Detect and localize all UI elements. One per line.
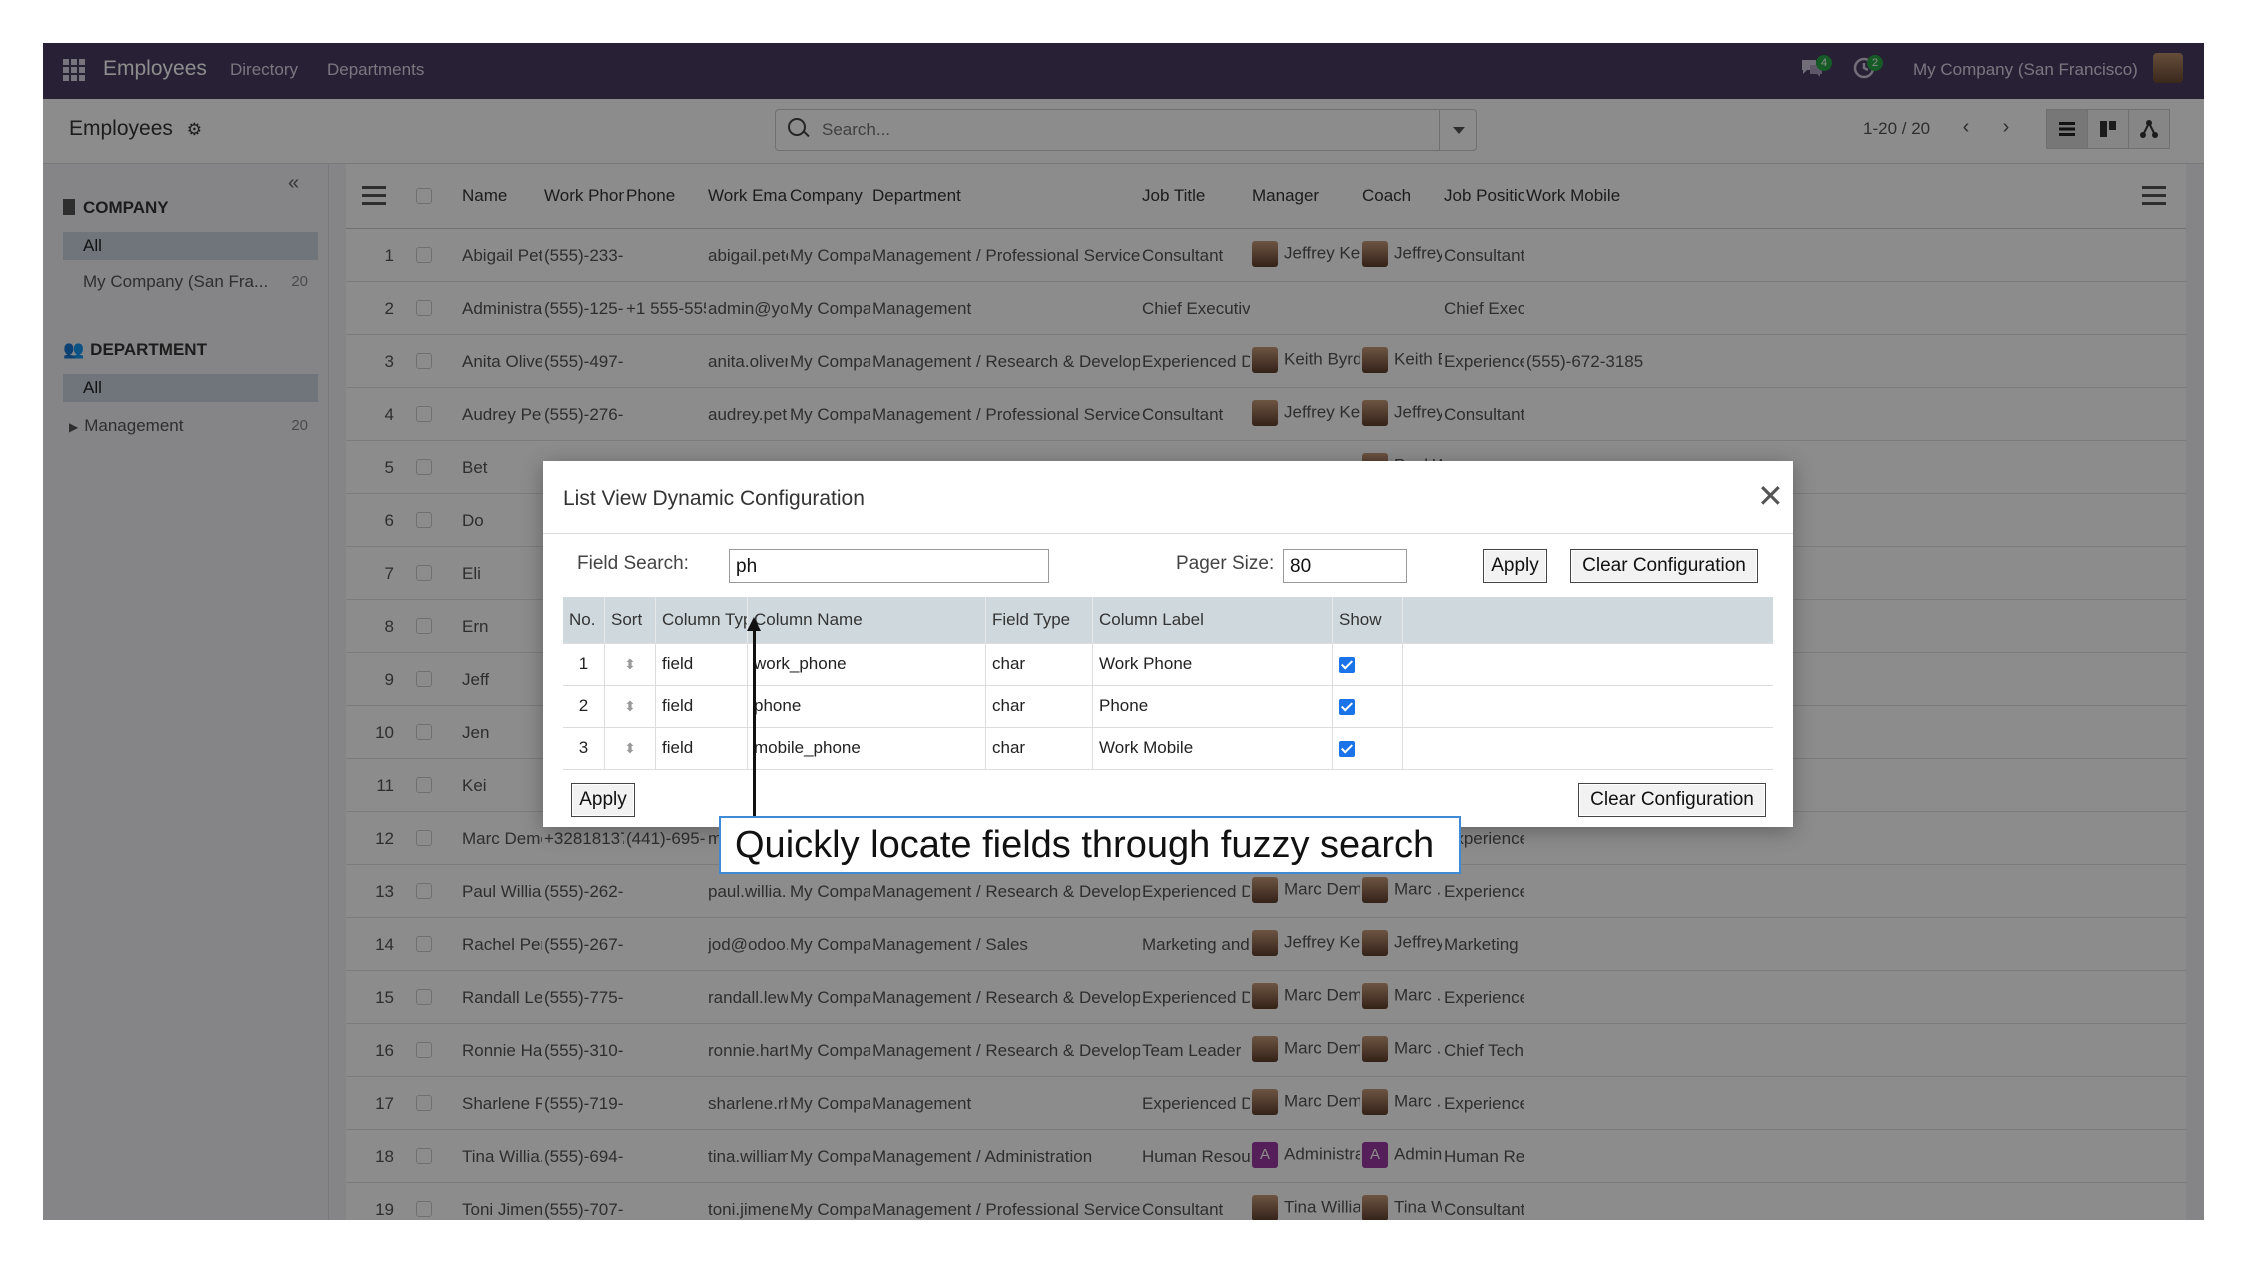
show-checkbox[interactable] <box>1339 656 1355 673</box>
config-cell-field-type: char <box>986 643 1093 685</box>
config-dialog: List View Dynamic Configuration ✕ Field … <box>543 461 1793 827</box>
show-checkbox[interactable] <box>1339 740 1355 757</box>
config-header-sort: Sort <box>605 597 656 643</box>
config-cell-sort: ⬍ <box>605 685 656 727</box>
config-header-field-type: Field Type <box>986 597 1093 643</box>
clear-configuration-button-bottom[interactable]: Clear Configuration <box>1578 783 1766 817</box>
config-row[interactable]: 1 ⬍ field work_phone char Work Phone <box>563 643 1773 686</box>
config-cell-no: 2 <box>563 685 605 727</box>
pager-size-label: Pager Size: <box>1176 553 1275 574</box>
pager-size-input[interactable]: 80 <box>1283 549 1407 583</box>
drag-sort-icon[interactable]: ⬍ <box>624 740 636 756</box>
config-header-column-type: Column Type <box>656 597 748 643</box>
config-header-no: No. <box>563 597 605 643</box>
config-cell-sort: ⬍ <box>605 643 656 685</box>
config-header-show: Show <box>1333 597 1403 643</box>
config-cell-column-label: Phone <box>1093 685 1333 727</box>
config-header-column-label: Column Label <box>1093 597 1333 643</box>
config-cell-field-type: char <box>986 727 1093 769</box>
dialog-divider <box>543 533 1793 534</box>
annotation-callout: Quickly locate fields through fuzzy sear… <box>719 816 1461 874</box>
app-window: Employees Directory Departments 4 2 My C… <box>43 43 2204 1220</box>
apply-button-top[interactable]: Apply <box>1483 549 1547 583</box>
config-cell-column-type: field <box>656 727 748 769</box>
config-cell-show <box>1333 727 1403 769</box>
drag-sort-icon[interactable]: ⬍ <box>624 698 636 714</box>
config-cell-field-type: char <box>986 685 1093 727</box>
config-table-header: No.SortColumn TypeColumn NameField TypeC… <box>563 597 1773 644</box>
clear-configuration-button-top[interactable]: Clear Configuration <box>1570 549 1758 583</box>
config-cell-column-name: work_phone <box>748 643 986 685</box>
config-cell-column-name: mobile_phone <box>748 727 986 769</box>
config-cell-show <box>1333 643 1403 685</box>
config-cell-column-label: Work Phone <box>1093 643 1333 685</box>
annotation-arrow <box>753 625 756 820</box>
config-row[interactable]: 3 ⬍ field mobile_phone char Work Mobile <box>563 727 1773 770</box>
config-row[interactable]: 2 ⬍ field phone char Phone <box>563 685 1773 728</box>
config-cell-column-type: field <box>656 643 748 685</box>
config-cell-column-label: Work Mobile <box>1093 727 1333 769</box>
config-cell-column-name: phone <box>748 685 986 727</box>
config-header-column-name: Column Name <box>748 597 986 643</box>
dialog-title: List View Dynamic Configuration <box>563 487 865 510</box>
config-cell-column-type: field <box>656 685 748 727</box>
field-search-input[interactable]: ph <box>729 549 1049 583</box>
show-checkbox[interactable] <box>1339 698 1355 715</box>
config-cell-no: 3 <box>563 727 605 769</box>
config-cell-sort: ⬍ <box>605 727 656 769</box>
config-cell-no: 1 <box>563 643 605 685</box>
apply-button-bottom[interactable]: Apply <box>571 783 635 817</box>
drag-sort-icon[interactable]: ⬍ <box>624 656 636 672</box>
field-search-label: Field Search: <box>577 553 689 574</box>
close-icon[interactable]: ✕ <box>1757 480 1784 512</box>
config-cell-show <box>1333 685 1403 727</box>
